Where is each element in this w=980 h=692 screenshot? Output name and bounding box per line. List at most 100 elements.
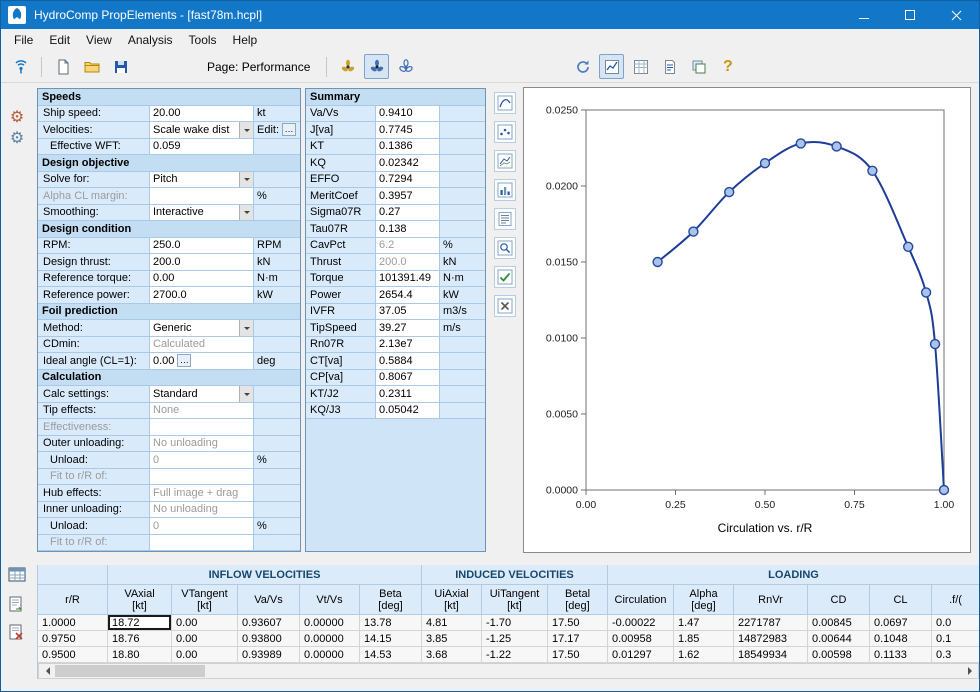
form-field-calc-settings[interactable]: Standard: [150, 386, 254, 403]
cell-uiaxial-kt-1[interactable]: 3.85: [422, 631, 482, 647]
cell-f-0[interactable]: 0.0: [932, 615, 979, 631]
menu-item-file[interactable]: File: [6, 30, 41, 50]
form-field-tip-effects[interactable]: None: [150, 403, 254, 420]
form-field-ship-speed[interactable]: 20.00: [150, 106, 254, 123]
cell-vaxial-kt-2[interactable]: 18.80: [108, 647, 172, 663]
cell-vt-vs-0[interactable]: 0.00000: [300, 615, 360, 631]
clear-table-button[interactable]: [5, 621, 29, 645]
form-field-solve-for[interactable]: Pitch: [150, 172, 254, 189]
form-field-unload[interactable]: 0: [150, 452, 254, 469]
save-file-button[interactable]: [108, 54, 133, 79]
notes-button[interactable]: [494, 208, 516, 230]
form-field-cdmin[interactable]: Calculated: [150, 337, 254, 354]
ellipsis-button[interactable]: …: [177, 354, 191, 367]
col-header-cd[interactable]: CD: [808, 585, 870, 615]
cell-vaxial-kt-0[interactable]: 18.72: [108, 615, 172, 631]
help-button[interactable]: ?: [715, 54, 740, 79]
dropdown-arrow-icon[interactable]: [239, 386, 253, 402]
form-field-hub-effects[interactable]: Full image + drag: [150, 485, 254, 502]
cell-cl-1[interactable]: 0.1048: [870, 631, 932, 647]
data-point-6[interactable]: [868, 166, 877, 175]
cell-alpha-deg-1[interactable]: 1.85: [674, 631, 734, 647]
form-field-method[interactable]: Generic: [150, 320, 254, 337]
cell-cd-2[interactable]: 0.00598: [808, 647, 870, 663]
design-propeller-button[interactable]: [335, 54, 360, 79]
cell-r-r-1[interactable]: 0.9750: [38, 631, 108, 647]
data-point-2[interactable]: [725, 188, 734, 197]
preferences-button[interactable]: ⚙: [5, 126, 29, 150]
cell-alpha-deg-2[interactable]: 1.62: [674, 647, 734, 663]
connection-button[interactable]: [8, 54, 33, 79]
close-button[interactable]: [933, 1, 979, 29]
cell-uitangent-kt-1[interactable]: -1.25: [482, 631, 548, 647]
cell-cl-0[interactable]: 0.0697: [870, 615, 932, 631]
col-header-uiaxial-kt[interactable]: UiAxial [kt]: [422, 585, 482, 615]
col-header-alpha-deg[interactable]: Alpha [deg]: [674, 585, 734, 615]
data-point-1[interactable]: [689, 227, 698, 236]
cell-uiaxial-kt-2[interactable]: 3.68: [422, 647, 482, 663]
cell-va-vs-0[interactable]: 0.93607: [238, 615, 300, 631]
cell-vtangent-kt-1[interactable]: 0.00: [172, 631, 238, 647]
form-field-effective-wft[interactable]: 0.059: [150, 139, 254, 156]
cell-vtangent-kt-0[interactable]: 0.00: [172, 615, 238, 631]
cell-rnvr-0[interactable]: 2271787: [734, 615, 808, 631]
dropdown-arrow-icon[interactable]: [239, 320, 253, 336]
cell-circulation-1[interactable]: 0.00958: [608, 631, 674, 647]
dropdown-arrow-icon[interactable]: [239, 205, 253, 221]
maximize-button[interactable]: [887, 1, 933, 29]
cell-vaxial-kt-1[interactable]: 18.76: [108, 631, 172, 647]
col-header-f[interactable]: .f/(: [932, 585, 979, 615]
data-point-7[interactable]: [904, 242, 913, 251]
cell-beta-deg-1[interactable]: 14.15: [360, 631, 422, 647]
form-field-effectiveness[interactable]: [150, 419, 254, 436]
cell-alpha-deg-0[interactable]: 1.47: [674, 615, 734, 631]
col-header-cl[interactable]: CL: [870, 585, 932, 615]
cell-betal-deg-1[interactable]: 17.17: [548, 631, 608, 647]
points-plot-button[interactable]: [494, 121, 516, 143]
cell-uitangent-kt-0[interactable]: -1.70: [482, 615, 548, 631]
cell-cd-0[interactable]: 0.00845: [808, 615, 870, 631]
bar-plot-button[interactable]: [494, 179, 516, 201]
cell-r-r-0[interactable]: 1.0000: [38, 615, 108, 631]
menu-item-analysis[interactable]: Analysis: [120, 30, 181, 50]
col-header-vtangent-kt[interactable]: VTangent [kt]: [172, 585, 238, 615]
apply-button[interactable]: [494, 266, 516, 288]
refresh-button[interactable]: [570, 54, 595, 79]
col-header-beta-deg[interactable]: Beta [deg]: [360, 585, 422, 615]
col-header-va-vs[interactable]: Va/Vs: [238, 585, 300, 615]
form-field-unload[interactable]: 0: [150, 518, 254, 535]
dropdown-arrow-icon[interactable]: [239, 172, 253, 188]
horizontal-scrollbar[interactable]: [38, 663, 979, 679]
menu-item-view[interactable]: View: [78, 30, 120, 50]
cell-vt-vs-1[interactable]: 0.00000: [300, 631, 360, 647]
data-table-button[interactable]: [5, 563, 29, 587]
col-header-rnvr[interactable]: RnVr: [734, 585, 808, 615]
cell-r-r-2[interactable]: 0.9500: [38, 647, 108, 663]
cancel-button[interactable]: [494, 295, 516, 317]
edit-button[interactable]: …: [282, 123, 296, 136]
zoom-plot-button[interactable]: [494, 237, 516, 259]
scrollbar-thumb[interactable]: [55, 665, 205, 677]
dropdown-arrow-icon[interactable]: [239, 122, 253, 138]
form-field-smoothing[interactable]: Interactive: [150, 205, 254, 222]
menu-item-tools[interactable]: Tools: [181, 30, 225, 50]
data-point-0[interactable]: [653, 258, 662, 267]
form-field-fit-to-r-r-of[interactable]: [150, 535, 254, 552]
cell-f-2[interactable]: 0.3: [932, 647, 979, 663]
form-field-rpm[interactable]: 250.0: [150, 238, 254, 255]
menu-item-edit[interactable]: Edit: [41, 30, 78, 50]
minimize-button[interactable]: [841, 1, 887, 29]
cell-betal-deg-2[interactable]: 17.50: [548, 647, 608, 663]
cell-f-1[interactable]: 0.1: [932, 631, 979, 647]
cell-rnvr-1[interactable]: 14872983: [734, 631, 808, 647]
cell-vtangent-kt-2[interactable]: 0.00: [172, 647, 238, 663]
data-point-5[interactable]: [832, 142, 841, 151]
cell-cl-2[interactable]: 0.1133: [870, 647, 932, 663]
new-file-button[interactable]: [50, 54, 75, 79]
cell-va-vs-1[interactable]: 0.93800: [238, 631, 300, 647]
form-field-ideal-angle-cl-1[interactable]: 0.00…: [150, 353, 254, 370]
cell-rnvr-2[interactable]: 18549934: [734, 647, 808, 663]
multi-plot-button[interactable]: [494, 150, 516, 172]
cell-betal-deg-0[interactable]: 17.50: [548, 615, 608, 631]
cell-va-vs-2[interactable]: 0.93989: [238, 647, 300, 663]
